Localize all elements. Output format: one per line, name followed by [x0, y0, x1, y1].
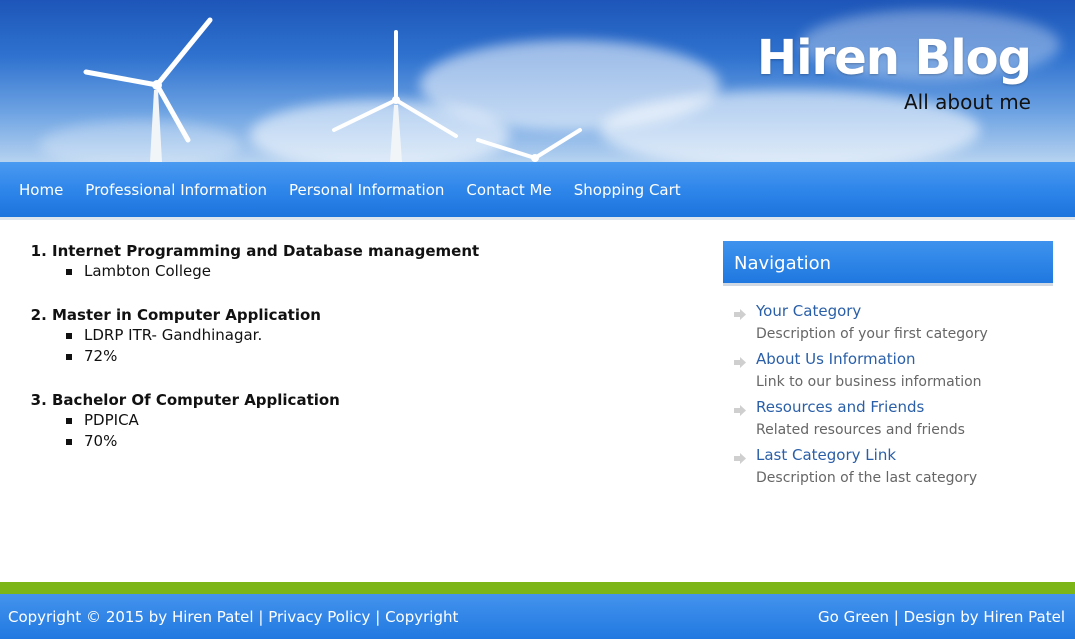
sidebar-description: Related resources and friends — [756, 422, 965, 438]
arrow-right-icon — [734, 349, 756, 372]
copyright-link[interactable]: Copyright — [385, 608, 458, 626]
degree-details: LDRP ITR- Gandhinagar. 72% — [52, 325, 684, 367]
detail-item: Lambton College — [66, 261, 684, 282]
education-item: Master in Computer Application LDRP ITR-… — [52, 304, 684, 367]
degree-details: PDPICA 70% — [52, 410, 684, 452]
education-item: Bachelor Of Computer Application PDPICA … — [52, 389, 684, 452]
arrow-right-icon — [734, 301, 756, 324]
nav-home[interactable]: Home — [19, 181, 63, 199]
site-title: Hiren Blog — [756, 30, 1032, 86]
square-bullet-icon — [66, 354, 72, 360]
copyright-text: Copyright © 2015 by Hiren Patel — [8, 607, 254, 626]
square-bullet-icon — [66, 333, 72, 339]
degree-title: Master in Computer Application — [52, 306, 321, 324]
nav-personal-information[interactable]: Personal Information — [289, 181, 444, 199]
footer-separator: | — [375, 607, 381, 626]
sidebar-link-last-category[interactable]: Last Category Link — [756, 445, 896, 466]
header-banner: Hiren Blog All about me — [0, 0, 1075, 162]
footer-right: Go Green | Design by Hiren Patel — [818, 608, 1065, 626]
footer-green-stripe — [0, 582, 1075, 594]
square-bullet-icon — [66, 269, 72, 275]
sidebar-item: About Us Information Link to our busines… — [734, 349, 1053, 393]
sidebar-heading: Navigation — [723, 241, 1053, 286]
sidebar-link-list: Your Category Description of your first … — [723, 301, 1053, 489]
sidebar-item: Your Category Description of your first … — [734, 301, 1053, 345]
go-green-link[interactable]: Go Green — [818, 608, 889, 626]
arrow-right-icon — [734, 397, 756, 420]
square-bullet-icon — [66, 439, 72, 445]
footer-separator: | — [258, 607, 264, 626]
design-by-link[interactable]: Design by Hiren Patel — [904, 608, 1065, 626]
sidebar-link-about-us[interactable]: About Us Information — [756, 349, 916, 370]
education-content: Internet Programming and Database manage… — [24, 240, 684, 474]
detail-item: PDPICA — [66, 410, 684, 431]
site-subtitle: All about me — [903, 90, 1031, 114]
sidebar-item: Resources and Friends Related resources … — [734, 397, 1053, 441]
detail-item: LDRP ITR- Gandhinagar. — [66, 325, 684, 346]
education-list: Internet Programming and Database manage… — [24, 240, 684, 452]
degree-title: Internet Programming and Database manage… — [52, 242, 480, 260]
square-bullet-icon — [66, 418, 72, 424]
sidebar-link-resources[interactable]: Resources and Friends — [756, 397, 924, 418]
detail-item: 70% — [66, 431, 684, 452]
sidebar-link-your-category[interactable]: Your Category — [756, 301, 861, 322]
sidebar-description: Description of the last category — [756, 470, 978, 486]
arrow-right-icon — [734, 445, 756, 468]
sidebar-description: Description of your first category — [756, 326, 988, 342]
degree-title: Bachelor Of Computer Application — [52, 391, 340, 409]
sidebar-description: Link to our business information — [756, 374, 982, 390]
education-item: Internet Programming and Database manage… — [52, 240, 684, 282]
footer-separator: | — [893, 607, 899, 626]
top-navigation: Home Professional Information Personal I… — [0, 162, 1075, 220]
footer: Copyright © 2015 by Hiren Patel | Privac… — [0, 594, 1075, 639]
sidebar: Navigation Your Category Description of … — [723, 241, 1053, 493]
degree-details: Lambton College — [52, 261, 684, 282]
nav-shopping-cart[interactable]: Shopping Cart — [574, 181, 681, 199]
detail-item: 72% — [66, 346, 684, 367]
privacy-policy-link[interactable]: Privacy Policy — [268, 608, 370, 626]
footer-left: Copyright © 2015 by Hiren Patel | Privac… — [8, 608, 458, 626]
nav-contact-me[interactable]: Contact Me — [466, 181, 551, 199]
nav-professional-information[interactable]: Professional Information — [85, 181, 267, 199]
sidebar-item: Last Category Link Description of the la… — [734, 445, 1053, 489]
